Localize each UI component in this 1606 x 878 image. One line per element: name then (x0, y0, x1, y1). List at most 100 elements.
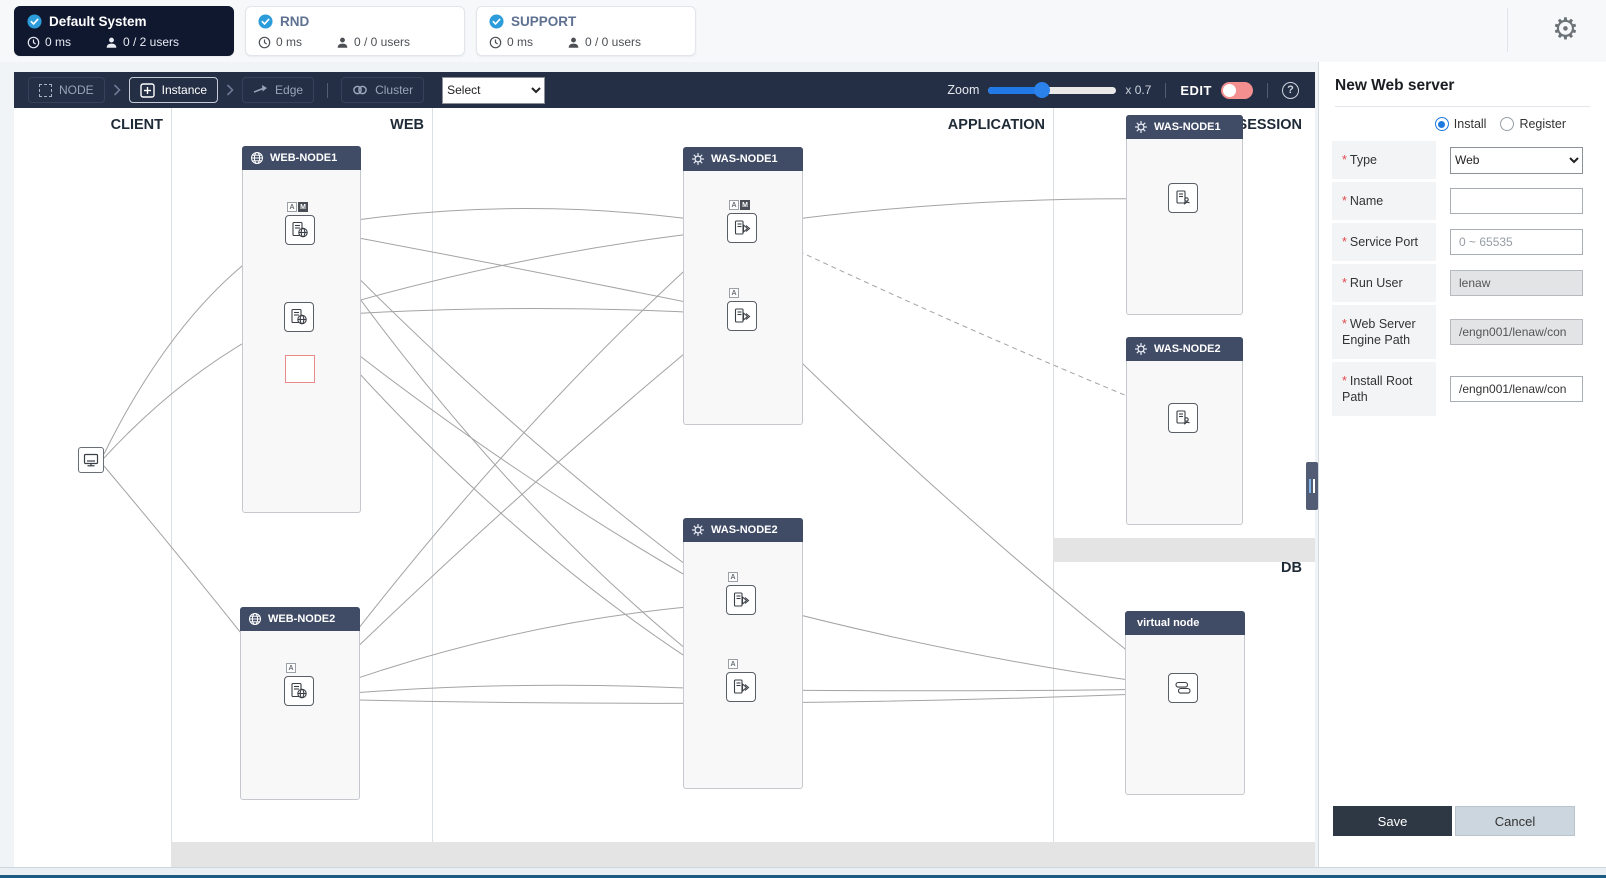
status-check-icon (258, 14, 273, 29)
instance-tool-button[interactable]: Instance (128, 77, 219, 103)
horizontal-scrollbar[interactable] (0, 867, 1606, 875)
help-icon[interactable]: ? (1282, 81, 1299, 99)
client-instance-icon[interactable] (78, 447, 104, 473)
web-instance-icon[interactable] (285, 215, 315, 245)
node-dashed-square-icon (39, 83, 52, 97)
service-port-input[interactable] (1450, 229, 1583, 255)
panel-mode-radios: Install Register (1332, 117, 1566, 131)
system-tabs: Default System 0 ms 0 / 2 users RND 0 ms 0 / … (14, 6, 696, 56)
instance-state-badges: AM (287, 202, 308, 212)
badge-a: A (728, 572, 738, 582)
session-instance-glyph (1176, 410, 1190, 425)
toolbar-right-group: Zoom x 0.7 EDIT ? (947, 81, 1301, 99)
badge-a: A (286, 663, 296, 673)
system-tab-support[interactable]: SUPPORT 0 ms 0 / 0 users (476, 6, 696, 56)
panel-title-divider (1335, 106, 1590, 107)
node-title: WEB-NODE2 (268, 613, 336, 625)
session-instance-icon[interactable] (1168, 403, 1198, 433)
edge (314, 604, 724, 694)
placement-preview-square (285, 355, 315, 383)
form-row-type: * Type Web (1332, 141, 1592, 179)
db-instance-icon[interactable] (1168, 673, 1198, 703)
topology-canvas[interactable]: CLIENT WEB APPLICATION SESSION DB WEB-NO… (14, 108, 1318, 867)
system-name: RND (280, 14, 310, 29)
form-row-web-server-engine-path: * Web Server Engine Path (1332, 305, 1592, 359)
new-web-server-panel: New Web server Install Register * Type Web *… (1318, 62, 1606, 867)
radio-register[interactable]: Register (1500, 117, 1566, 131)
handle-bar (1313, 479, 1315, 493)
cluster-link-icon (353, 85, 367, 95)
app-window: Default System 0 ms 0 / 2 users RND 0 ms 0 / … (0, 0, 1606, 878)
instance-state-badges: AM (729, 200, 750, 210)
was-instance-icon[interactable] (727, 301, 757, 331)
edge (314, 320, 725, 598)
system-users: 0 / 2 users (123, 35, 180, 49)
badge-a: A (728, 659, 738, 669)
field-control (1436, 305, 1592, 359)
edit-toggle[interactable] (1221, 81, 1253, 99)
field-control: Web (1436, 141, 1592, 179)
field-label: * Name (1332, 182, 1436, 220)
status-check-icon (489, 14, 504, 29)
zoom-slider[interactable] (988, 81, 1117, 98)
field-label-text: Run User (1349, 275, 1403, 290)
edge (314, 684, 724, 697)
install-root-path-input[interactable] (1450, 376, 1583, 402)
node-tool-button[interactable]: NODE (28, 77, 105, 103)
save-button[interactable]: Save (1333, 806, 1452, 836)
db-instance-glyph (1175, 681, 1191, 694)
system-tab-default-system[interactable]: Default System 0 ms 0 / 2 users (14, 6, 234, 56)
settings-gear-icon[interactable]: ⚙ (1552, 10, 1579, 50)
edge-tool-label: Edge (275, 83, 304, 97)
field-label-text: Name (1349, 193, 1384, 208)
zoom-value: x 0.7 (1125, 83, 1152, 97)
node-was-node2-3[interactable]: WAS-NODE2 (683, 518, 803, 789)
field-label-text: Service Port (1349, 234, 1418, 249)
was-node-cog-icon (692, 524, 704, 536)
web-instance-icon[interactable] (284, 302, 314, 332)
field-control (1436, 223, 1592, 261)
cancel-button[interactable]: Cancel (1455, 806, 1575, 836)
panel-fields: *TypeWeb*Name*Service Port*Run User*Web … (1332, 141, 1592, 419)
type-select[interactable]: Web (1450, 146, 1583, 174)
element-select[interactable]: Select (442, 76, 546, 104)
zoom-slider-thumb[interactable] (1034, 81, 1051, 98)
panel-collapse-handle[interactable] (1306, 462, 1318, 510)
web-server-instance-glyph (292, 221, 308, 238)
node-was-node1-2[interactable]: WAS-NODE1 (683, 147, 803, 425)
radio-install[interactable]: Install (1434, 117, 1486, 131)
web-server-instance-glyph (291, 682, 307, 699)
name-input[interactable] (1450, 188, 1583, 214)
client-monitor-glyph (83, 453, 99, 467)
instance-state-badges: A (728, 659, 738, 669)
form-row-install-root-path: * Install Root Path (1332, 362, 1592, 416)
node-was-node1-4[interactable]: WAS-NODE1 (1126, 115, 1243, 315)
session-instance-icon[interactable] (1168, 183, 1198, 213)
field-label: * Run User (1332, 264, 1436, 302)
field-label-text: Install Root Path (1342, 373, 1413, 404)
system-name: SUPPORT (511, 14, 577, 29)
form-row-service-port: * Service Port (1332, 223, 1592, 261)
was-instance-glyph (733, 679, 750, 694)
topbar-divider (1507, 8, 1508, 52)
node-virtual-node-6[interactable]: virtual node (1125, 611, 1245, 795)
system-tab-rnd[interactable]: RND 0 ms 0 / 0 users (245, 6, 465, 56)
badge-m: M (740, 200, 750, 210)
was-instance-icon[interactable] (726, 672, 756, 702)
was-instance-icon[interactable] (726, 585, 756, 615)
web-instance-icon[interactable] (284, 676, 314, 706)
toolbar-separator (1267, 82, 1268, 98)
node-title: WAS-NODE2 (1154, 343, 1221, 355)
field-control (1436, 264, 1592, 302)
node-header: WAS-NODE1 (683, 147, 803, 171)
node-header: WEB-NODE2 (240, 607, 360, 631)
node-header: WAS-NODE2 (1126, 337, 1243, 361)
latency-clock-icon (27, 36, 40, 48)
cluster-tool-button[interactable]: Cluster (341, 77, 425, 103)
was-instance-icon[interactable] (727, 213, 757, 243)
edge-tool-button[interactable]: Edge (242, 77, 315, 103)
edge (756, 603, 1166, 685)
web-node-globe-icon (251, 152, 263, 164)
edge (756, 689, 1166, 691)
system-tab-title: RND (258, 14, 452, 29)
